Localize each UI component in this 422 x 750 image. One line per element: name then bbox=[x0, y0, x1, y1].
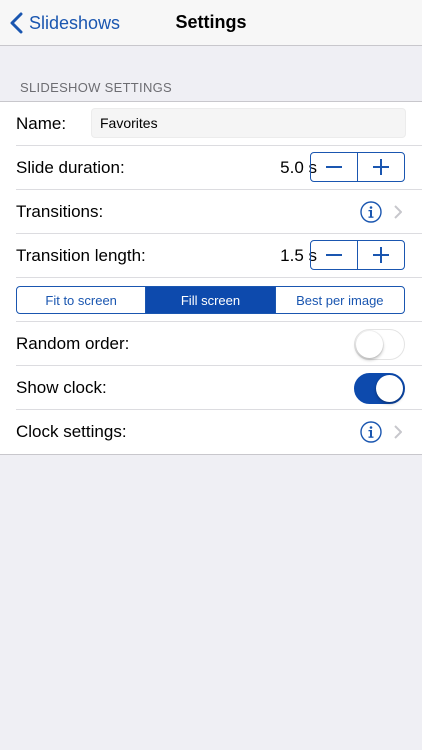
settings-group: Name: Favorites Slide duration: 5.0 s Tr… bbox=[0, 101, 422, 455]
slide-duration-label: Slide duration: bbox=[16, 157, 125, 177]
toggle-knob bbox=[376, 375, 403, 402]
section-header: SLIDESHOW SETTINGS bbox=[20, 80, 173, 95]
name-row: Name: Favorites bbox=[16, 102, 422, 146]
name-label: Name: bbox=[16, 113, 67, 133]
transition-length-label: Transition length: bbox=[16, 245, 146, 265]
segment-fill-screen[interactable]: Fill screen bbox=[145, 287, 275, 313]
show-clock-label: Show clock: bbox=[16, 377, 107, 397]
slide-duration-row: Slide duration: 5.0 s bbox=[16, 146, 422, 190]
plus-icon bbox=[373, 159, 389, 175]
slide-duration-stepper bbox=[310, 152, 405, 182]
minus-icon bbox=[326, 166, 342, 168]
chevron-right-icon bbox=[394, 205, 402, 219]
slide-duration-decrement-button[interactable] bbox=[311, 153, 357, 181]
fill-mode-row: Fit to screen Fill screen Best per image bbox=[16, 278, 422, 322]
transition-length-row: Transition length: 1.5 s bbox=[16, 234, 422, 278]
transition-length-increment-button[interactable] bbox=[357, 241, 404, 269]
chevron-right-icon bbox=[394, 425, 402, 439]
info-icon[interactable] bbox=[360, 201, 382, 223]
random-order-row: Random order: bbox=[16, 322, 422, 366]
navigation-bar: Slideshows Settings bbox=[0, 0, 422, 46]
random-order-toggle[interactable] bbox=[354, 329, 405, 360]
transition-length-stepper bbox=[310, 240, 405, 270]
toggle-knob bbox=[356, 331, 383, 358]
show-clock-toggle[interactable] bbox=[354, 373, 405, 404]
slide-duration-increment-button[interactable] bbox=[357, 153, 404, 181]
page-title: Settings bbox=[175, 12, 247, 32]
show-clock-row: Show clock: bbox=[16, 366, 422, 410]
segment-best-per-image[interactable]: Best per image bbox=[274, 287, 404, 313]
fill-mode-segmented-control: Fit to screen Fill screen Best per image bbox=[16, 286, 405, 314]
minus-icon bbox=[326, 254, 342, 256]
clock-settings-label: Clock settings: bbox=[16, 422, 127, 441]
random-order-label: Random order: bbox=[16, 333, 130, 353]
segment-fit-to-screen[interactable]: Fit to screen bbox=[17, 287, 145, 313]
plus-icon bbox=[373, 247, 389, 263]
clock-settings-row[interactable]: Clock settings: bbox=[16, 410, 422, 454]
name-input[interactable]: Favorites bbox=[91, 108, 406, 138]
transition-length-decrement-button[interactable] bbox=[311, 241, 357, 269]
info-icon[interactable] bbox=[360, 421, 382, 443]
transitions-row[interactable]: Transitions: bbox=[16, 190, 422, 234]
transitions-label: Transitions: bbox=[16, 201, 104, 221]
